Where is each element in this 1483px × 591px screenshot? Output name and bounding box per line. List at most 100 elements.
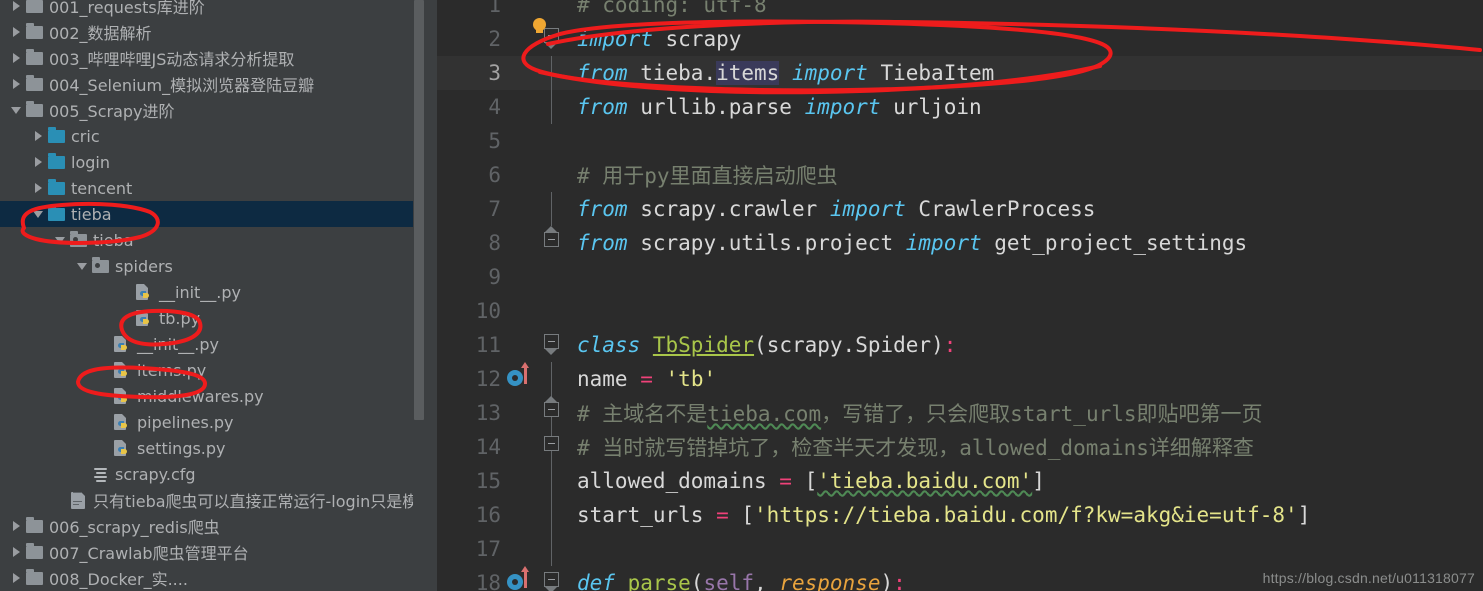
code-line-13[interactable]: 13 # 主域名不是tieba.com，写错了，只会爬取start_urls即贴… — [437, 396, 1483, 430]
tree-item-__init__.py[interactable]: __init__.py — [0, 331, 437, 357]
code-text[interactable]: from urllib.parse import urljoin — [565, 95, 982, 119]
line-number-13[interactable]: 13 — [437, 396, 505, 430]
line-number-9[interactable]: 9 — [437, 260, 505, 294]
code-folding-gutter[interactable] — [539, 260, 565, 294]
line-number-7[interactable]: 7 — [437, 192, 505, 226]
code-folding-gutter[interactable] — [539, 430, 565, 464]
code-line-1[interactable]: 1 # coding: utf-8 — [437, 0, 1483, 22]
code-folding-gutter[interactable] — [539, 56, 565, 90]
tree-item-tieba[interactable]: tieba — [0, 201, 437, 227]
code-text[interactable]: # coding: utf-8 — [565, 0, 767, 17]
tree-item-tencent[interactable]: tencent — [0, 175, 437, 201]
chevron-right-icon[interactable] — [8, 71, 24, 97]
code-folding-gutter[interactable] — [539, 90, 565, 124]
code-folding-gutter[interactable] — [539, 498, 565, 532]
tree-item-tieba[interactable]: tieba — [0, 227, 437, 253]
code-text[interactable]: def parse(self, response): — [565, 571, 906, 591]
line-number-6[interactable]: 6 — [437, 158, 505, 192]
code-text[interactable]: name = 'tb' — [565, 367, 716, 391]
code-text[interactable]: from scrapy.utils.project import get_pro… — [565, 231, 1247, 255]
tree-item-__init__.py[interactable]: __init__.py — [0, 279, 437, 305]
chevron-right-icon[interactable] — [8, 539, 24, 565]
tree-item-004_selenium_-[interactable]: 004_Selenium_模拟浏览器登陆豆瓣 — [0, 71, 437, 97]
code-text[interactable]: import scrapy — [565, 27, 741, 51]
tree-item-scrapy.cfg[interactable]: scrapy.cfg — [0, 461, 437, 487]
code-folding-gutter[interactable] — [539, 226, 565, 260]
tree-item-cric[interactable]: cric — [0, 123, 437, 149]
code-folding-gutter[interactable] — [539, 294, 565, 328]
code-text[interactable]: start_urls = ['https://tieba.baidu.com/f… — [565, 503, 1310, 527]
chevron-right-icon[interactable] — [8, 19, 24, 45]
line-number-1[interactable]: 1 — [437, 0, 505, 22]
code-line-12[interactable]: 12 name = 'tb' — [437, 362, 1483, 396]
code-folding-gutter[interactable] — [539, 566, 565, 591]
tree-vertical-scrollbar[interactable] — [413, 0, 425, 591]
code-line-10[interactable]: 10 — [437, 294, 1483, 328]
chevron-right-icon[interactable] — [30, 175, 46, 201]
override-method-marker-icon[interactable] — [505, 566, 539, 591]
code-line-3[interactable]: 3 from tieba.items import TiebaItem — [437, 56, 1483, 90]
tree-item--tieba-login-c[interactable]: 只有tieba爬虫可以直接正常运行-login只是模拟登录-c — [0, 487, 437, 513]
code-line-14[interactable]: 14 # 当时就写错掉坑了，检查半天才发现，allowed_domains详细解… — [437, 430, 1483, 464]
code-line-16[interactable]: 16 start_urls = ['https://tieba.baidu.co… — [437, 498, 1483, 532]
code-folding-gutter[interactable] — [539, 464, 565, 498]
editor-area[interactable]: 1 # coding: utf-8 2 import scrapy 3 from tieb… — [437, 0, 1483, 591]
code-line-7[interactable]: 7 from scrapy.crawler import CrawlerProce… — [437, 192, 1483, 226]
tree-item-007_crawlab-[interactable]: 007_Crawlab爬虫管理平台 — [0, 539, 437, 565]
code-text[interactable]: from tieba.items import TiebaItem — [565, 61, 994, 85]
chevron-right-icon[interactable] — [30, 149, 46, 175]
chevron-right-icon[interactable] — [8, 513, 24, 539]
code-text[interactable]: class TbSpider(scrapy.Spider): — [565, 333, 956, 357]
code-line-11[interactable]: 11 class TbSpider(scrapy.Spider): — [437, 328, 1483, 362]
tree-item-settings.py[interactable]: settings.py — [0, 435, 437, 461]
chevron-right-icon[interactable] — [8, 0, 24, 19]
code-line-2[interactable]: 2 import scrapy — [437, 22, 1483, 56]
project-tool-window[interactable]: 001_requests库进阶 002_数据解析 003_哔哩哔哩JS动态请求分析提… — [0, 0, 437, 591]
chevron-down-icon[interactable] — [74, 253, 90, 279]
line-number-16[interactable]: 16 — [437, 498, 505, 532]
tree-item-pipelines.py[interactable]: pipelines.py — [0, 409, 437, 435]
code-line-8[interactable]: 8 from scrapy.utils.project import get_pr… — [437, 226, 1483, 260]
code-line-17[interactable]: 17 — [437, 532, 1483, 566]
line-number-11[interactable]: 11 — [437, 328, 505, 362]
line-number-15[interactable]: 15 — [437, 464, 505, 498]
code-folding-gutter[interactable] — [539, 124, 565, 158]
chevron-right-icon[interactable] — [30, 123, 46, 149]
line-number-2[interactable]: 2 — [437, 22, 505, 56]
tree-item-002_-[interactable]: 002_数据解析 — [0, 19, 437, 45]
code-folding-gutter[interactable] — [539, 192, 565, 226]
code-folding-gutter[interactable] — [539, 396, 565, 430]
code-line-15[interactable]: 15 allowed_domains = ['tieba.baidu.com'] — [437, 464, 1483, 498]
tree-item-006_scrapy_redis-[interactable]: 006_scrapy_redis爬虫 — [0, 513, 437, 539]
code-folding-gutter[interactable] — [539, 532, 565, 566]
chevron-down-icon[interactable] — [8, 97, 24, 123]
code-text[interactable]: # 当时就写错掉坑了，检查半天才发现，allowed_domains详细解释查 — [565, 432, 1254, 462]
line-number-8[interactable]: 8 — [437, 226, 505, 260]
tree-item-005_scrapy-[interactable]: 005_Scrapy进阶 — [0, 97, 437, 123]
code-text[interactable]: # 主域名不是tieba.com，写错了，只会爬取start_urls即贴吧第一… — [565, 398, 1263, 428]
tree-item-spiders[interactable]: spiders — [0, 253, 437, 279]
tree-item-items.py[interactable]: items.py — [0, 357, 437, 383]
tree-item-login[interactable]: login — [0, 149, 437, 175]
line-number-3[interactable]: 3 — [437, 56, 505, 90]
line-number-12[interactable]: 12 — [437, 362, 505, 396]
code-folding-gutter[interactable] — [539, 328, 565, 362]
override-method-marker-icon[interactable] — [505, 362, 539, 396]
tree-item-middlewares.py[interactable]: middlewares.py — [0, 383, 437, 409]
code-folding-gutter[interactable] — [539, 362, 565, 396]
chevron-right-icon[interactable] — [8, 45, 24, 71]
tree-item-001_requests-[interactable]: 001_requests库进阶 — [0, 0, 437, 19]
code-line-4[interactable]: 4 from urllib.parse import urljoin — [437, 90, 1483, 124]
chevron-down-icon[interactable] — [30, 201, 46, 227]
line-number-4[interactable]: 4 — [437, 90, 505, 124]
line-number-18[interactable]: 18 — [437, 566, 505, 591]
line-number-17[interactable]: 17 — [437, 532, 505, 566]
lightbulb-icon[interactable] — [533, 18, 546, 33]
code-line-6[interactable]: 6 # 用于py里面直接启动爬虫 — [437, 158, 1483, 192]
tree-scrollbar-thumb[interactable] — [414, 0, 424, 420]
line-number-14[interactable]: 14 — [437, 430, 505, 464]
tree-item-003_-js-[interactable]: 003_哔哩哔哩JS动态请求分析提取 — [0, 45, 437, 71]
tree-item-tb.py[interactable]: tb.py — [0, 305, 437, 331]
code-text[interactable]: # 用于py里面直接启动爬虫 — [565, 160, 838, 190]
code-line-9[interactable]: 9 — [437, 260, 1483, 294]
